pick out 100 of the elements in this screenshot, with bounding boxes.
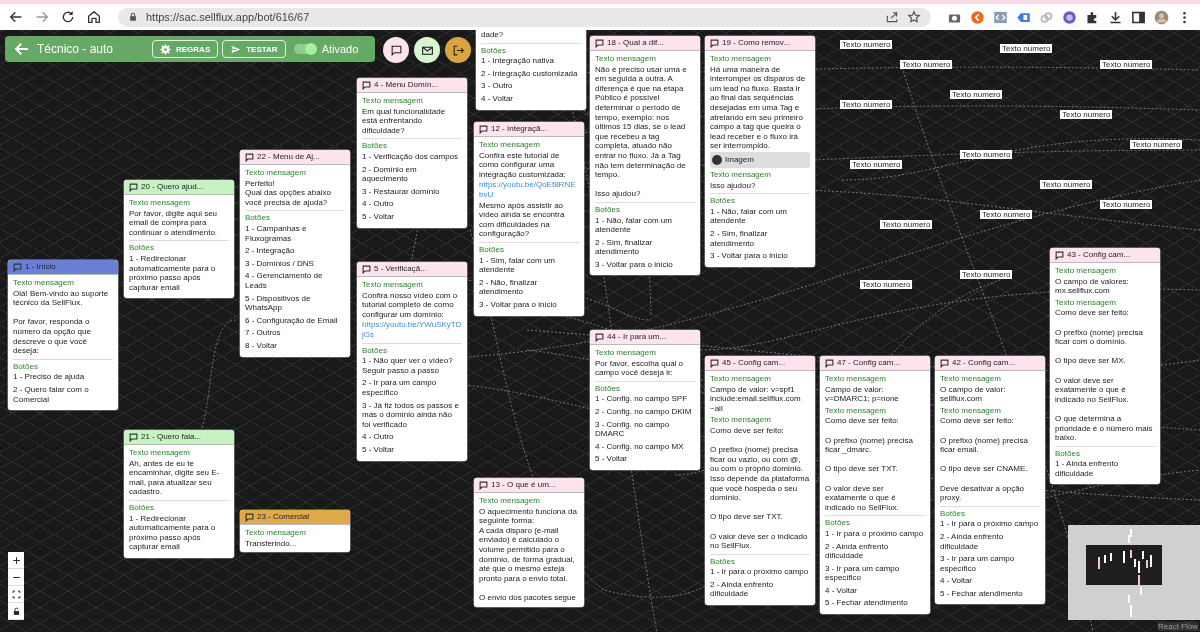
star-icon[interactable] bbox=[907, 10, 921, 24]
node-card[interactable] bbox=[8, 260, 118, 411]
node-card[interactable]: dade? Botões 1 - Integração nativa 2 - Integração customizada 3 - Outro 4 - Voltar bbox=[476, 30, 586, 110]
option-text[interactable]: 1 - Ir para o próximo campo bbox=[940, 519, 1039, 529]
sidebar-icon[interactable] bbox=[1131, 9, 1146, 25]
node-card[interactable]: 20 - Quero ajud... Texto mensagem Por favor, digite aqui seu email de compra para continuar o atendimento. Botões 1 - Redirecionar automaticamente para o próximo passo após capturar email bbox=[124, 180, 234, 299]
option-text[interactable]: 3 - Restaurar domínio bbox=[362, 186, 440, 197]
option-text[interactable]: 1 - Não, falar com um atendente bbox=[595, 215, 695, 235]
attribution-text[interactable]: React Flow bbox=[1158, 622, 1198, 631]
video-link[interactable]: https://youtu.be/YWuSKyTDjGs bbox=[362, 320, 462, 340]
option-text[interactable]: 2 - Integração customizada bbox=[481, 68, 578, 79]
option-text[interactable]: 1 - Não, falar com um atendente bbox=[710, 206, 810, 226]
option-text[interactable]: 1 - Redirecionar automaticamente para o próximo passo após capturar email bbox=[129, 253, 229, 293]
option-text[interactable]: 3 - Outro bbox=[481, 81, 513, 91]
option-text[interactable]: 4 - Outro bbox=[362, 199, 394, 209]
option-text[interactable]: 3 - Voltar para o início bbox=[479, 299, 557, 310]
option-text[interactable]: 7 - Outros bbox=[245, 328, 281, 338]
back-icon[interactable] bbox=[8, 9, 24, 25]
option-text[interactable]: 2 - Ainda enfrento dificuldade bbox=[825, 541, 925, 561]
option-text[interactable]: 6 - Configuração de Email bbox=[245, 315, 338, 326]
option-text[interactable]: 2 - Não, finalizar atendimento bbox=[479, 277, 579, 297]
mail-button[interactable] bbox=[414, 37, 440, 63]
option-text[interactable]: 5 - Voltar bbox=[362, 444, 394, 455]
option-text[interactable]: 2 - Ainda enfrento dificuldade bbox=[940, 531, 1040, 552]
option-text[interactable]: 1 - Ainda enfrento dificuldade bbox=[1055, 459, 1155, 479]
option-text[interactable]: 2 - Ir para um campo específico bbox=[362, 378, 462, 398]
option-text[interactable]: 4 - Outro bbox=[362, 432, 394, 442]
video-link[interactable]: https://youtu.be/QoEf8RNEbvU bbox=[479, 180, 579, 200]
option-text[interactable]: 1 - Preciso de ajuda bbox=[13, 372, 85, 382]
node-title: 1 - Início bbox=[25, 262, 56, 272]
avatar-icon[interactable] bbox=[1154, 9, 1169, 25]
globe-icon[interactable] bbox=[1062, 9, 1077, 25]
option-text[interactable]: 3 - Domínios / DNS bbox=[245, 258, 314, 269]
option-text[interactable]: 8 - Voltar bbox=[245, 340, 277, 351]
edge-label: Texto numero bbox=[960, 150, 1013, 159]
node-card[interactable] bbox=[1050, 248, 1160, 485]
minimap[interactable] bbox=[1068, 525, 1200, 620]
option-text[interactable]: 5 - Voltar bbox=[362, 211, 394, 222]
option-text[interactable]: 5 - Fechar atendimento bbox=[940, 588, 1023, 599]
node-card[interactable] bbox=[935, 356, 1045, 605]
node-card[interactable] bbox=[240, 150, 350, 357]
option-text[interactable]: 1 - Sim, falar com um atendente bbox=[479, 255, 579, 275]
message-text: Confira este tutorial de como configurar uma integração customizada: bbox=[479, 150, 567, 180]
option-text[interactable]: 2 - Domínio em aquecimento bbox=[362, 164, 462, 184]
option-text[interactable]: 2 - Config. no campo DKIM bbox=[595, 406, 692, 417]
address-bar[interactable]: https://sac.sellflux.app/bot/616/67 bbox=[118, 7, 931, 27]
code-icon[interactable] bbox=[993, 9, 1008, 25]
chat-icon bbox=[129, 432, 138, 442]
home-icon[interactable] bbox=[86, 9, 102, 25]
node-card[interactable] bbox=[820, 356, 930, 615]
option-text[interactable]: 4 - Voltar bbox=[481, 93, 513, 104]
message-label: Texto mensagem bbox=[362, 280, 424, 290]
option-text[interactable]: 2 - Integração bbox=[245, 246, 295, 256]
back-arrow-icon[interactable] bbox=[13, 40, 31, 58]
toggle-switch[interactable] bbox=[293, 44, 316, 54]
option-text[interactable]: 1 - Não quer ver o vídeo? Seguir passo a passo bbox=[362, 356, 462, 376]
exit-button[interactable] bbox=[445, 37, 471, 63]
option-text[interactable]: 3 - Ir para um campo específico bbox=[825, 563, 925, 583]
option-text[interactable]: 4 - Config. no campo MX bbox=[595, 441, 684, 452]
option-text[interactable]: 3 - Config. no campo DMARC bbox=[595, 419, 695, 439]
option-text[interactable]: 2 - Sim, finalizar atendimento bbox=[710, 228, 810, 249]
option-text[interactable]: 1 - Ir para o próximo campo bbox=[825, 528, 924, 539]
option-text[interactable]: 5 - Dispositivos de WhatsApp bbox=[245, 293, 345, 313]
share-icon[interactable] bbox=[885, 10, 899, 24]
option-text[interactable]: 4 - Voltar bbox=[825, 585, 857, 596]
node-card[interactable] bbox=[590, 36, 700, 276]
option-text[interactable]: 2 - Quero falar com o Comercial bbox=[13, 384, 113, 405]
option-text[interactable]: 1 - Redirecionar automaticamente para o próximo passo após capturar email bbox=[129, 513, 229, 552]
chat-icon bbox=[1055, 250, 1064, 260]
option-text[interactable]: 1 - Config. no campo SPF bbox=[595, 394, 688, 404]
option-text[interactable]: 2 - Ainda enfrento dificuldade bbox=[710, 579, 810, 600]
option-text[interactable]: 3 - Voltar para o início bbox=[595, 259, 673, 270]
edge-label: Texto numero bbox=[900, 60, 953, 69]
option-text[interactable]: 3 - Voltar para o início bbox=[710, 251, 788, 261]
option-text[interactable]: 4 - Gerenciamento de Leads bbox=[245, 271, 345, 291]
node-card[interactable]: 21 - Quero fala... Texto mensagem Ah, antes de eu te encaminhar, digite seu E-mail, para atualizar seu cadastro. Botões 1 - Redirecionar automaticamente para o próximo passo após capturar email bbox=[124, 430, 234, 558]
option-text[interactable]: 1 - Verificação dos campos bbox=[362, 151, 459, 162]
node-card[interactable] bbox=[474, 122, 584, 316]
option-text[interactable]: 5 - Voltar bbox=[595, 454, 627, 464]
forward-icon[interactable] bbox=[34, 9, 50, 25]
option-text[interactable]: 1 - Campanhas e Fluxogramas bbox=[245, 223, 345, 244]
node-card[interactable] bbox=[705, 36, 815, 267]
node-card[interactable] bbox=[474, 478, 584, 607]
chat-icon bbox=[595, 38, 604, 48]
node-card[interactable]: 23 - Comercial Texto mensagem Transferindo... bbox=[240, 510, 350, 553]
option-text[interactable]: 3 - Já fiz todos os passos e mas o domínio ainda não foi verificado bbox=[362, 400, 462, 430]
option-text[interactable]: 4 - Voltar bbox=[940, 576, 972, 586]
node-card[interactable] bbox=[705, 356, 815, 606]
download-icon[interactable] bbox=[1108, 9, 1123, 25]
node-card[interactable] bbox=[357, 262, 467, 461]
chevron-circle-icon[interactable] bbox=[970, 9, 985, 25]
option-text[interactable]: 2 - Sim, finalizar atendimento bbox=[595, 237, 695, 257]
node-card[interactable]: 4 - Menu Domín... Texto mensagem Em qual funcionalidade está enfrentando dificuldade? Botões 1 - Verificação dos campos 2 - Domínio em aquecimento 3 - Restaurar domínio 4 - Outro 5 - Voltar bbox=[357, 78, 467, 228]
option-text[interactable]: 5 - Fechar atendimento bbox=[825, 598, 908, 609]
option-text[interactable]: 1 - Integração nativa bbox=[481, 56, 554, 66]
option-text[interactable]: 1 - Ir para o próximo campo bbox=[710, 567, 809, 577]
node-card[interactable] bbox=[590, 330, 700, 470]
option-text[interactable]: 3 - Ir para um campo específico bbox=[940, 554, 1040, 574]
reload-icon[interactable] bbox=[60, 9, 76, 25]
chat-button[interactable] bbox=[383, 37, 409, 63]
